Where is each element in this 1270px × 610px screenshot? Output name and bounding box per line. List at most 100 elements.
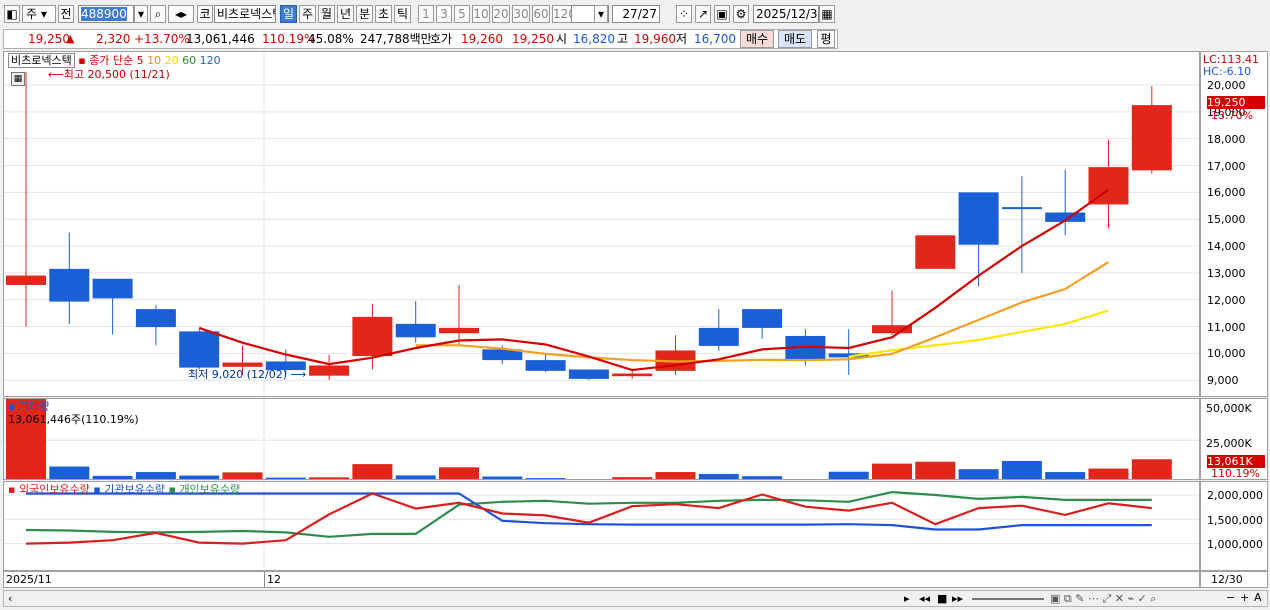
price-tick-label: 15,000 xyxy=(1207,213,1246,227)
price-tick-label: 20,000 xyxy=(1207,79,1246,92)
prev-button[interactable]: 전 xyxy=(58,5,74,23)
volume-bar-12/04 xyxy=(395,475,436,479)
x-axis-mid: 12 xyxy=(267,573,281,586)
candle-body-12/09 xyxy=(525,360,566,371)
volume-y-axis: 50,000K 25,000K 13,061K 110.19% xyxy=(1200,398,1268,480)
period-tab-3[interactable]: 년 xyxy=(337,5,354,23)
candle-body-12/30 xyxy=(1131,105,1172,171)
market-select[interactable]: 주 ▾ xyxy=(22,5,56,23)
sound-icon[interactable]: ◂▸ xyxy=(168,5,194,23)
save-icon[interactable]: ▣ xyxy=(714,5,730,23)
legend-foreign: ▪ 외국인보유수량 xyxy=(8,483,90,496)
volume-bar-11/26 xyxy=(135,472,176,479)
code-dropdown-icon[interactable]: ▾ xyxy=(134,5,148,23)
volume-tick-50000k: 50,000K xyxy=(1206,402,1252,415)
ma-period-120: 120 xyxy=(199,54,221,67)
volume-bar-12/22 xyxy=(915,461,956,479)
date-field[interactable]: 2025/12/30 xyxy=(753,5,819,23)
draw-tool-icon[interactable]: ↗ xyxy=(695,5,711,23)
period-tab-2[interactable]: 월 xyxy=(318,5,335,23)
window-menu-icon[interactable]: ◧ xyxy=(4,5,20,23)
legend-individual-label: 개인보유수량 xyxy=(179,483,241,496)
volume-bar-12/05 xyxy=(439,467,479,479)
stock-name-field[interactable]: 비츠로넥스텍 xyxy=(214,5,276,23)
minute-button-60[interactable]: 60 xyxy=(532,5,550,23)
volume-bar-12/18 xyxy=(828,471,869,479)
price-tick-label: 16,000 xyxy=(1207,186,1246,200)
volume-bar-12/10 xyxy=(569,479,609,480)
price-tick-label: 17,000 xyxy=(1207,159,1246,173)
minute-button-3[interactable]: 3 xyxy=(436,5,452,23)
crosshair-icon[interactable]: ⁘ xyxy=(676,5,692,23)
price-tick-label: 10,000 xyxy=(1207,347,1246,361)
candle-body-12/24 xyxy=(1001,207,1042,210)
zoom-out-icon[interactable]: − xyxy=(1226,591,1235,604)
period-tab-6[interactable]: 틱 xyxy=(394,5,411,23)
volume-bar-12/26 xyxy=(1045,472,1086,479)
font-size-icon[interactable]: A xyxy=(1254,591,1262,604)
type-button[interactable]: 코 xyxy=(197,5,213,23)
period-tab-1[interactable]: 주 xyxy=(299,5,316,23)
price-tick-label: 14,000 xyxy=(1207,240,1246,254)
ask-price-1: 19,260 xyxy=(461,32,503,46)
volume-bar-12/01 xyxy=(265,477,306,479)
volume-bar-12/12 xyxy=(655,472,696,479)
minute-button-5[interactable]: 5 xyxy=(454,5,470,23)
period-tab-5[interactable]: 초 xyxy=(375,5,392,23)
candle-body-12/23 xyxy=(958,192,999,245)
x-axis-start: 2025/11 xyxy=(6,573,52,586)
month-divider xyxy=(264,572,265,587)
candle-body-12/10 xyxy=(568,369,609,379)
period-tab-0[interactable]: 일 xyxy=(280,5,297,23)
scroll-left-icon[interactable]: ‹ xyxy=(8,592,12,605)
price-legend: 비츠로넥스텍 ▪ 종가 단순 5 10 20 60 120 xyxy=(8,53,221,68)
stock-code-input[interactable]: 488900 xyxy=(78,5,134,23)
volume-bar-11/24 xyxy=(49,466,90,479)
price-tick-label: 18,000 xyxy=(1207,132,1246,146)
candle-body-12/03 xyxy=(352,316,393,357)
candle-body-11/26 xyxy=(135,309,176,328)
play-icon[interactable]: ▸ xyxy=(904,592,910,605)
high-label: 고 xyxy=(617,32,629,46)
minute-button-10[interactable]: 10 xyxy=(472,5,490,23)
candle-body-11/28 xyxy=(222,362,263,367)
legend-foreign-label: 외국인보유수량 xyxy=(18,483,90,496)
zoom-in-icon[interactable]: + xyxy=(1240,591,1249,604)
legend-institution: ▪ 기관보유수량 xyxy=(93,483,165,496)
volume-panel[interactable]: ▪ 거래량 13,061,446주(110.19%) xyxy=(3,398,1200,480)
volume-bar-12/17 xyxy=(785,479,825,480)
period-tab-4[interactable]: 분 xyxy=(356,5,373,23)
high-price: 19,960 xyxy=(634,32,676,46)
holder-panel[interactable]: ▪ 외국인보유수량 ▪ 기관보유수량 ▪ 개인보유수량 xyxy=(3,481,1200,571)
count-field[interactable]: 27/27 xyxy=(612,5,660,23)
eval-button[interactable]: 평 xyxy=(817,30,835,48)
sell-button[interactable]: 매도 xyxy=(778,30,812,48)
search-icon[interactable]: ⌕ xyxy=(150,5,166,23)
bottom-scrollbar[interactable]: ‹ ▸ ◂◂ ■ ▸▸ ▣ ⧉ ✎ ⋯ ⤢ ✕ ⌁ ✓ ⌕ − + A xyxy=(3,590,1268,607)
calendar-icon[interactable]: ▦ xyxy=(819,5,835,23)
total-value: /27 xyxy=(637,7,657,21)
volume-bar-12/15 xyxy=(698,473,739,479)
minute-button-1[interactable]: 1 xyxy=(418,5,434,23)
zoom-slider[interactable] xyxy=(972,598,1044,600)
ask-price-2: 19,250 xyxy=(512,32,554,46)
rewind-icon[interactable]: ◂◂ xyxy=(919,592,930,605)
extra-dropdown-icon[interactable]: ▾ xyxy=(594,5,608,23)
minute-button-20[interactable]: 20 xyxy=(492,5,510,23)
volume-title: 거래량 xyxy=(18,400,50,413)
stop-icon[interactable]: ■ xyxy=(937,592,947,605)
ask-label: 호가 xyxy=(430,32,453,46)
table-icon[interactable]: ▦ xyxy=(11,72,25,86)
toolbar-tool-icons[interactable]: ▣ ⧉ ✎ ⋯ ⤢ ✕ ⌁ ✓ ⌕ xyxy=(1050,592,1156,605)
candle-body-12/04 xyxy=(395,323,436,338)
buy-button[interactable]: 매수 xyxy=(740,30,774,48)
gear-icon[interactable]: ⚙ xyxy=(733,5,749,23)
up-arrow-icon: ▲ xyxy=(66,32,75,45)
toolbar: ◧ 주 ▾ 전 488900 ▾ ⌕ ◂▸ 코 비츠로넥스텍 일주월년분초틱 1… xyxy=(0,0,1270,28)
turnover-rate: 45.08% xyxy=(308,32,354,46)
price-rate: +13.70% xyxy=(134,32,190,46)
fast-forward-icon[interactable]: ▸▸ xyxy=(952,592,963,605)
price-chart-panel[interactable]: 비츠로넥스텍 ▪ 종가 단순 5 10 20 60 120 ▦ ⟵최고 20,5… xyxy=(3,51,1200,397)
minute-button-30[interactable]: 30 xyxy=(512,5,530,23)
volume-bar-12/02 xyxy=(309,477,350,479)
